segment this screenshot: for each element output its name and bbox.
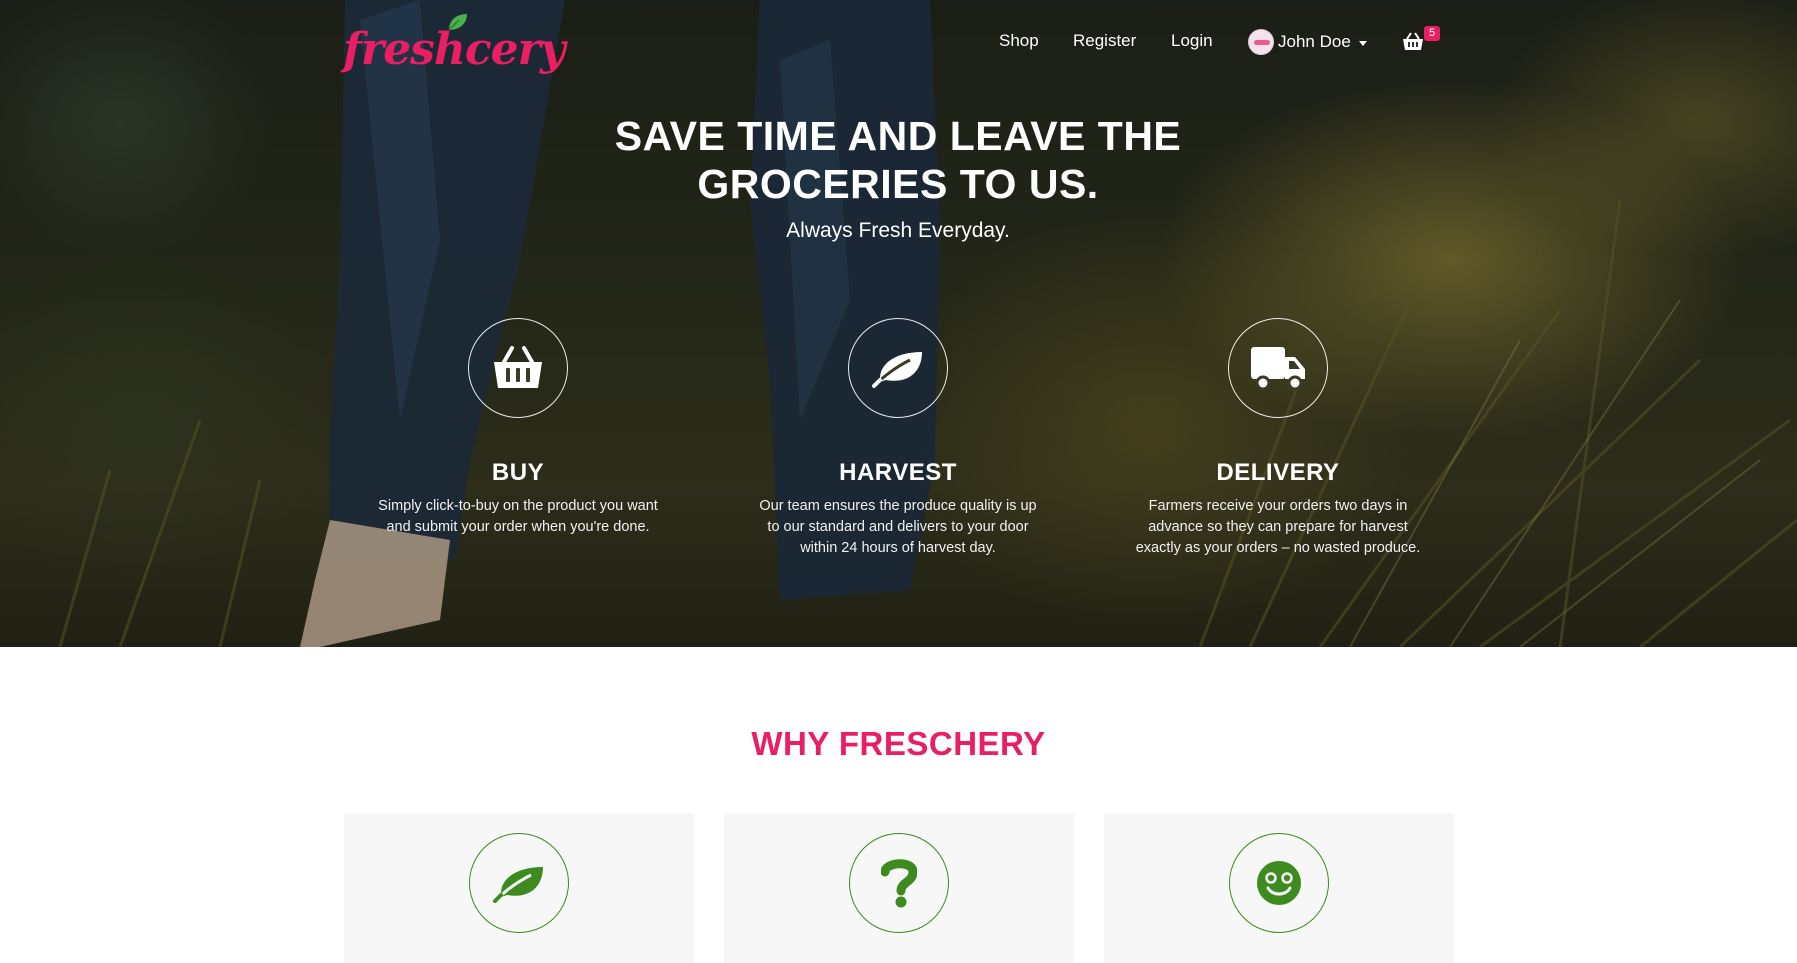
main-navbar: Shop Register Login John Doe 5 — [0, 26, 1797, 58]
nav-link-shop[interactable]: Shop — [999, 28, 1039, 54]
leaf-icon — [872, 352, 922, 388]
card-icon-circle — [849, 833, 949, 933]
cart-count-badge: 5 — [1424, 26, 1440, 41]
leaf-icon — [493, 867, 543, 903]
smiley-icon — [1257, 861, 1301, 905]
feature-icon-circle — [468, 318, 568, 418]
feature-title: DELIVERY — [1216, 459, 1340, 486]
feature-icon-circle — [1228, 318, 1328, 418]
feature-description: Simply click-to-buy on the product you w… — [378, 498, 658, 535]
feature-title: BUY — [491, 459, 545, 486]
why-card — [344, 813, 694, 963]
feature-icon-circle — [848, 318, 948, 418]
chevron-down-icon — [1358, 40, 1367, 46]
user-name: John Doe — [1278, 32, 1351, 51]
feature-delivery: DELIVERY Farmers receive your orders two… — [1118, 318, 1438, 559]
feature-harvest: HARVEST Our team ensures the produce qua… — [738, 318, 1058, 559]
why-section-title: WHY FRESCHERY — [751, 725, 1046, 762]
hero-subtitle: Always Fresh Everyday. — [786, 219, 1010, 242]
nav-link-register[interactable]: Register — [1073, 28, 1136, 54]
feature-buy: BUY Simply click-to-buy on the product y… — [358, 318, 678, 538]
card-icon-circle — [469, 833, 569, 933]
avatar — [1248, 29, 1274, 55]
nav-link-login[interactable]: Login — [1171, 28, 1213, 54]
question-icon — [881, 859, 917, 908]
feature-description: Farmers receive your orders two days in … — [1135, 498, 1421, 556]
truck-icon — [1251, 347, 1305, 391]
user-menu-dropdown[interactable]: John Doe — [1248, 28, 1367, 56]
why-card — [724, 813, 1074, 963]
basket-icon[interactable] — [1402, 32, 1424, 52]
basket-icon — [494, 346, 542, 388]
hero-title: SAVE TIME AND LEAVE THE GROCERIES TO US. — [614, 113, 1182, 207]
feature-title: HARVEST — [839, 459, 957, 486]
why-card — [1104, 813, 1454, 963]
card-icon-circle — [1229, 833, 1329, 933]
feature-description: Our team ensures the produce quality is … — [759, 498, 1037, 556]
